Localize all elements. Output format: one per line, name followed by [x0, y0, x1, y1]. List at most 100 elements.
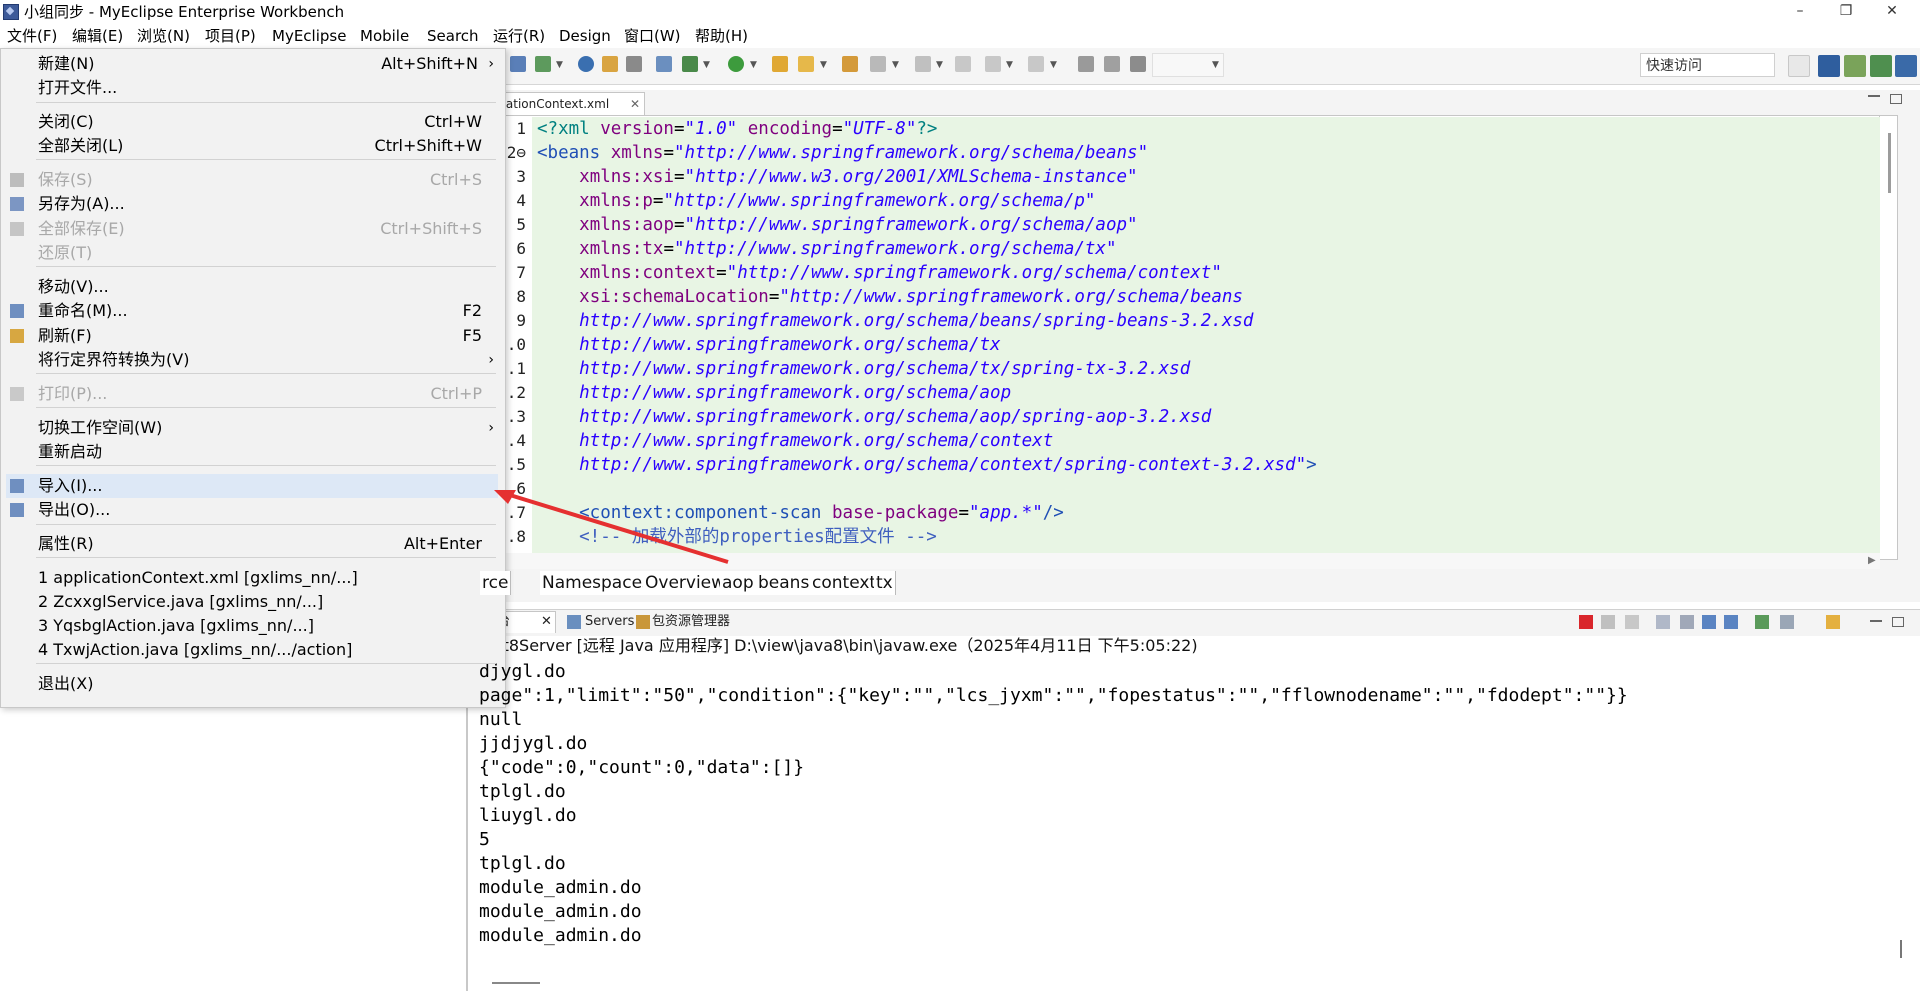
- globe-icon[interactable]: [578, 56, 594, 72]
- file-menu-item[interactable]: 刷新(F) F5: [6, 324, 498, 348]
- file-menu-item[interactable]: 导出(O)...: [6, 498, 498, 522]
- file-menu-item[interactable]: 关闭(C) Ctrl+W: [6, 110, 498, 134]
- grid-icon[interactable]: [1130, 56, 1146, 72]
- file-menu-item[interactable]: 4 TxwjAction.java [gxlims_nn/.../action]: [6, 638, 498, 662]
- show-stderr-icon[interactable]: [1724, 615, 1738, 629]
- debug-perspective-icon[interactable]: [1844, 55, 1866, 77]
- minimize-button[interactable]: –: [1777, 0, 1823, 24]
- file-menu-item[interactable]: 全部保存(E) Ctrl+Shift+S: [6, 217, 498, 241]
- display-console-icon[interactable]: [1780, 615, 1794, 629]
- deploy-icon[interactable]: [626, 56, 642, 72]
- remove-all-icon[interactable]: [1625, 615, 1639, 629]
- menu-window[interactable]: 窗口(W): [621, 25, 684, 47]
- editor-scroll-thumb[interactable]: [1888, 133, 1891, 193]
- chevron-down-icon[interactable]: ▼: [703, 60, 710, 70]
- myeclipse-perspective-icon[interactable]: [1895, 55, 1917, 77]
- maximize-button[interactable]: ❐: [1823, 0, 1869, 24]
- subtab-namespaces[interactable]: Namespaces: [540, 571, 654, 595]
- file-menu-item[interactable]: 2 ZcxxglService.java [gxlims_nn/...]: [6, 590, 498, 614]
- maximize-console-icon[interactable]: [1892, 617, 1904, 627]
- file-menu-item[interactable]: 新建(N) Alt+Shift+N ›: [6, 52, 498, 76]
- menu-myeclipse[interactable]: MyEclipse: [269, 25, 349, 47]
- menu-mobile[interactable]: Mobile: [357, 25, 412, 47]
- menu-project[interactable]: 项目(P): [202, 25, 259, 47]
- clear-console-icon[interactable]: [1656, 615, 1670, 629]
- file-menu-item[interactable]: 退出(X): [6, 672, 498, 696]
- menu-search[interactable]: Search: [424, 25, 482, 47]
- file-menu-item[interactable]: 重新启动: [6, 440, 498, 464]
- chevron-down-icon[interactable]: ▼: [936, 60, 943, 70]
- subtab-aop[interactable]: aop: [720, 571, 757, 595]
- pin-editor-icon[interactable]: [1078, 56, 1094, 72]
- file-menu-item[interactable]: 打开文件...: [6, 76, 498, 100]
- task-icon[interactable]: [870, 56, 886, 72]
- subtab-tx[interactable]: tx: [874, 571, 896, 595]
- close-icon[interactable]: ✕: [630, 97, 640, 111]
- chevron-down-icon[interactable]: ▼: [556, 60, 563, 70]
- open-perspective-icon[interactable]: [1788, 55, 1810, 77]
- file-menu-item[interactable]: 导入(I)...: [6, 474, 498, 498]
- debug-icon[interactable]: [682, 56, 698, 72]
- back-arrow-icon[interactable]: [955, 56, 971, 72]
- search-file-icon[interactable]: [842, 56, 858, 72]
- new-java-class-icon[interactable]: [510, 56, 526, 72]
- team-perspective-icon[interactable]: [1870, 55, 1892, 77]
- chevron-down-icon[interactable]: ▼: [820, 60, 827, 70]
- console-hscroll-thumb[interactable]: [492, 982, 540, 984]
- file-menu-item[interactable]: 3 YqsbglAction.java [gxlims_nn/...]: [6, 614, 498, 638]
- menu-file[interactable]: 文件(F): [4, 25, 61, 47]
- file-menu-item[interactable]: 重命名(M)... F2: [6, 299, 498, 323]
- file-menu-item[interactable]: 1 applicationContext.xml [gxlims_nn/...]: [6, 566, 498, 590]
- subtab-overview[interactable]: Overview: [643, 571, 729, 595]
- file-menu-item[interactable]: 属性(R) Alt+Enter: [6, 532, 498, 556]
- chevron-down-icon[interactable]: ▼: [750, 60, 757, 70]
- open-folder-icon[interactable]: [772, 56, 788, 72]
- subtab-beans[interactable]: beans: [756, 571, 813, 595]
- menu-edit[interactable]: 编辑(E): [69, 25, 126, 47]
- tab-servers[interactable]: Servers: [585, 612, 634, 632]
- java-perspective-icon[interactable]: [1818, 55, 1840, 77]
- chevron-down-icon[interactable]: ▼: [892, 60, 899, 70]
- menu-navigate[interactable]: 浏览(N): [134, 25, 193, 47]
- back-icon[interactable]: [985, 56, 1001, 72]
- scroll-lock-icon[interactable]: [1680, 615, 1694, 629]
- show-stdout-icon[interactable]: [1702, 615, 1716, 629]
- close-icon[interactable]: ✕: [541, 612, 552, 632]
- package-explorer-panel[interactable]: [0, 705, 468, 991]
- chevron-down-icon[interactable]: ▼: [1050, 60, 1057, 70]
- menu-design[interactable]: Design: [556, 25, 614, 47]
- menu-run[interactable]: 运行(R): [490, 25, 548, 47]
- maximize-editor-icon[interactable]: [1890, 94, 1902, 104]
- file-menu-item[interactable]: 将行定界符转换为(V) ›: [6, 348, 498, 372]
- annotation-icon[interactable]: [915, 56, 931, 72]
- console-scrollbar[interactable]: [1900, 940, 1902, 958]
- minimize-console-icon[interactable]: [1870, 620, 1882, 622]
- open-type-icon[interactable]: [602, 56, 618, 72]
- stop-icon[interactable]: [1579, 615, 1593, 629]
- server-icon[interactable]: [656, 56, 672, 72]
- console-output[interactable]: [476, 660, 1916, 980]
- quick-access-input[interactable]: 快速访问: [1640, 53, 1775, 77]
- file-menu-item[interactable]: 还原(T): [6, 241, 498, 265]
- file-menu-item[interactable]: 另存为(A)...: [6, 192, 498, 216]
- forward-icon[interactable]: [1028, 56, 1044, 72]
- file-menu-item[interactable]: 全部关闭(L) Ctrl+Shift+W: [6, 134, 498, 158]
- file-menu-item[interactable]: 移动(V)...: [6, 275, 498, 299]
- file-menu-item[interactable]: 保存(S) Ctrl+S: [6, 168, 498, 192]
- pencil-icon[interactable]: [798, 56, 814, 72]
- file-menu-item[interactable]: 打印(P)... Ctrl+P: [6, 382, 498, 406]
- open-console-icon[interactable]: [1826, 615, 1840, 629]
- scroll-right-icon[interactable]: ▶: [1868, 555, 1876, 566]
- chevron-down-icon[interactable]: ▼: [1006, 60, 1013, 70]
- pin-console-icon[interactable]: [1755, 615, 1769, 629]
- subtab-context[interactable]: context: [810, 571, 880, 595]
- tab-package-explorer[interactable]: 包资源管理器: [652, 612, 730, 632]
- file-menu-item[interactable]: 切换工作空间(W) ›: [6, 416, 498, 440]
- marker-icon[interactable]: [1104, 56, 1120, 72]
- minimize-editor-icon[interactable]: [1868, 95, 1880, 97]
- menu-help[interactable]: 帮助(H): [692, 25, 751, 47]
- save-as-icon[interactable]: [535, 56, 551, 72]
- remove-launch-icon[interactable]: [1601, 615, 1615, 629]
- run-icon[interactable]: [728, 56, 744, 72]
- close-window-button[interactable]: ✕: [1869, 0, 1915, 24]
